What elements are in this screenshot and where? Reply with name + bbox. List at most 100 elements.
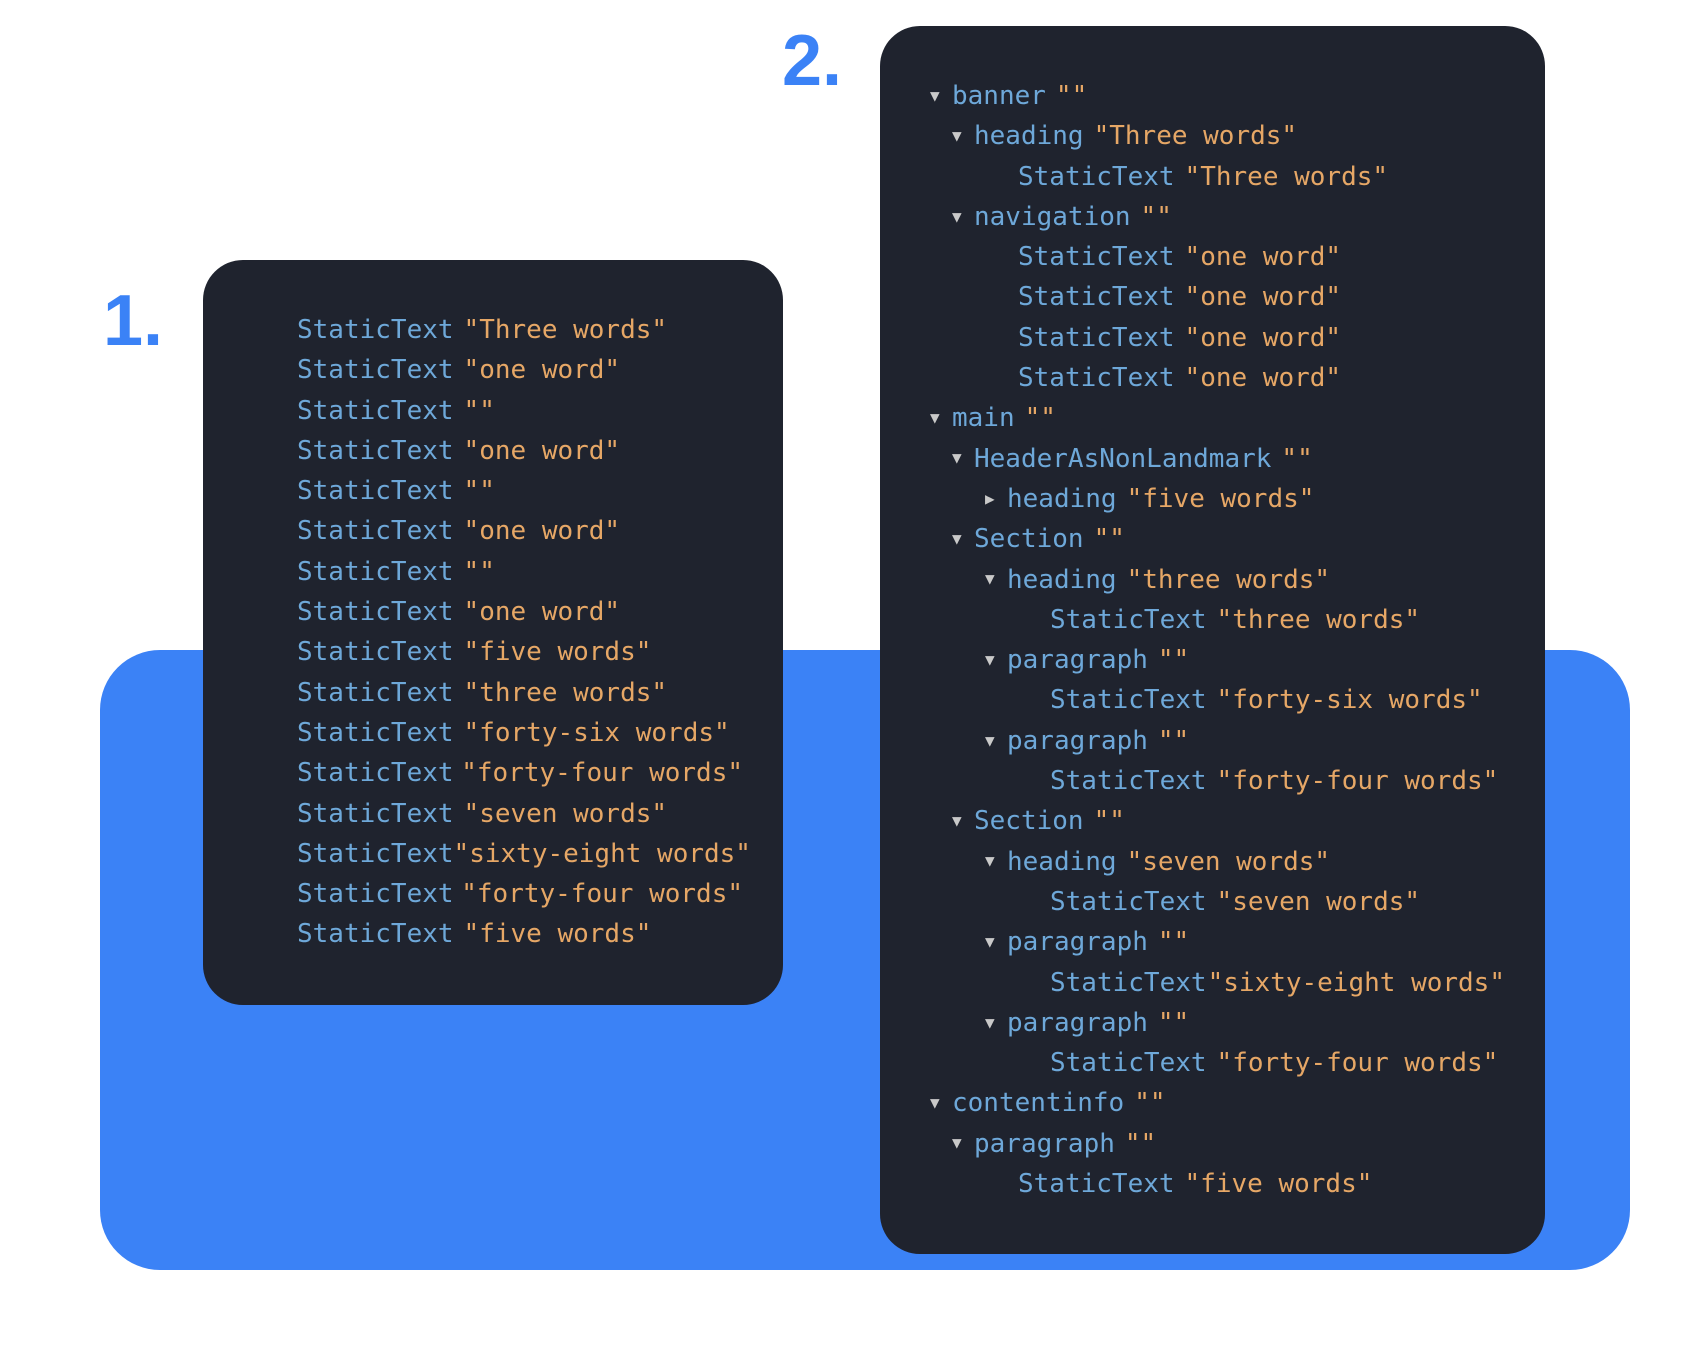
value: "forty-four words" [1217,761,1499,801]
role-statictext: StaticText [1050,600,1207,640]
tree-row[interactable]: ▼heading"three words" [930,560,1505,600]
expand-icon[interactable]: ▼ [930,1091,952,1116]
tree-row: StaticText"Three words" [930,157,1505,197]
label-2: 2. [782,20,842,102]
tree-row[interactable]: ▼paragraph"" [930,640,1505,680]
role-statictext: StaticText [1050,963,1207,1003]
tree-row[interactable]: ▼Section"" [930,801,1505,841]
role-paragraph: paragraph [974,1124,1115,1164]
role-statictext: StaticText [1018,1164,1175,1204]
role-heading: heading [1007,842,1117,882]
value: "forty-six words" [464,713,730,753]
role-main: main [952,398,1015,438]
tree-row[interactable]: ▼heading"seven words" [930,842,1505,882]
expand-icon[interactable]: ▼ [985,729,1007,754]
tree-row[interactable]: ▶heading"five words" [930,479,1505,519]
value: "" [1158,922,1189,962]
role-paragraph: paragraph [1007,640,1148,680]
value: "one word" [464,431,621,471]
tree-row: StaticText"one word" [253,511,743,551]
tree-row[interactable]: ▼paragraph"" [930,1003,1505,1043]
tree-row: StaticText"three words" [930,600,1505,640]
value: "seven words" [464,794,668,834]
role-statictext: StaticText [297,794,454,834]
value: "forty-six words" [1217,680,1483,720]
value: "forty-four words" [1217,1043,1499,1083]
value: "" [464,391,495,431]
role-section: Section [974,519,1084,559]
expand-icon[interactable]: ▼ [985,930,1007,955]
role-statictext: StaticText [297,552,454,592]
accessibility-tree-panel-2: ▼banner"" ▼heading"Three words" StaticTe… [880,26,1545,1254]
role-paragraph: paragraph [1007,922,1148,962]
tree-row[interactable]: ▼paragraph"" [930,922,1505,962]
role-navigation: navigation [974,197,1131,237]
tree-row: StaticText"sixty-eight words" [253,834,743,874]
tree-row[interactable]: ▼contentinfo"" [930,1083,1505,1123]
expand-icon[interactable]: ▼ [930,406,952,431]
value: "" [1158,640,1189,680]
value: "" [1025,398,1056,438]
expand-icon[interactable]: ▼ [952,124,974,149]
tree-row: StaticText"" [253,552,743,592]
expand-icon[interactable]: ▼ [952,205,974,230]
value: "three words" [1217,600,1421,640]
role-statictext: StaticText [297,310,454,350]
role-statictext: StaticText [297,511,454,551]
value: "one word" [1185,237,1342,277]
expand-icon[interactable]: ▼ [952,1131,974,1156]
role-statictext: StaticText [1018,277,1175,317]
expand-icon[interactable]: ▼ [952,446,974,471]
tree-row: StaticText"seven words" [253,794,743,834]
role-statictext: StaticText [297,350,454,390]
tree-row: StaticText"forty-six words" [253,713,743,753]
tree-row: StaticText"one word" [253,592,743,632]
expand-icon[interactable]: ▼ [985,849,1007,874]
role-statictext: StaticText [1018,318,1175,358]
role-statictext: StaticText [297,471,454,511]
value: "one word" [1185,277,1342,317]
tree-row[interactable]: ▼banner"" [930,76,1505,116]
role-statictext: StaticText [297,632,454,672]
tree-row[interactable]: ▼main"" [930,398,1505,438]
tree-row[interactable]: ▼paragraph"" [930,721,1505,761]
value: "" [1134,1083,1165,1123]
label-1: 1. [103,280,163,362]
expand-icon[interactable]: ▼ [952,809,974,834]
tree-row: StaticText"" [253,391,743,431]
value: "sixty-eight words" [454,834,751,874]
collapse-icon[interactable]: ▶ [985,487,1007,512]
expand-icon[interactable]: ▼ [952,527,974,552]
value: "sixty-eight words" [1208,963,1505,1003]
tree-row: StaticText"three words" [253,673,743,713]
accessibility-tree-panel-1: StaticText"Three words" StaticText"one w… [203,260,783,1005]
value: "" [1094,519,1125,559]
tree-row: StaticText"Three words" [253,310,743,350]
expand-icon[interactable]: ▼ [985,567,1007,592]
value: "five words" [1185,1164,1373,1204]
expand-icon[interactable]: ▼ [985,648,1007,673]
role-statictext: StaticText [1050,761,1207,801]
value: "" [1056,76,1087,116]
value: "Three words" [1185,157,1389,197]
role-heading: heading [974,116,1084,156]
tree-row: StaticText"one word" [253,350,743,390]
value: "three words" [1127,560,1331,600]
role-statictext: StaticText [297,592,454,632]
value: "" [464,471,495,511]
tree-row[interactable]: ▼heading"Three words" [930,116,1505,156]
tree-row[interactable]: ▼Section"" [930,519,1505,559]
role-statictext: StaticText [1018,358,1175,398]
role-statictext: StaticText [297,834,454,874]
value: "" [1281,439,1312,479]
expand-icon[interactable]: ▼ [985,1011,1007,1036]
tree-row[interactable]: ▼HeaderAsNonLandmark"" [930,439,1505,479]
expand-icon[interactable]: ▼ [930,84,952,109]
tree-row: StaticText"sixty-eight words" [930,963,1505,1003]
value: "three words" [464,673,668,713]
role-statictext: StaticText [297,914,454,954]
role-contentinfo: contentinfo [952,1083,1124,1123]
value: "" [1158,1003,1189,1043]
tree-row[interactable]: ▼navigation"" [930,197,1505,237]
tree-row[interactable]: ▼paragraph"" [930,1124,1505,1164]
